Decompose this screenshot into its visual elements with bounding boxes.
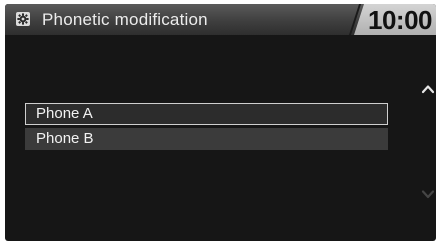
settings-icon [16, 12, 30, 26]
list-item-phone-a[interactable]: Phone A [25, 103, 388, 125]
phone-list: Phone A Phone B [25, 103, 388, 153]
list-item-label: Phone A [36, 105, 93, 122]
list-item-label: Phone B [36, 130, 94, 147]
screen: Phonetic modification 10:00 Phone A Phon… [5, 4, 436, 241]
title-bar: Phonetic modification 10:00 [5, 4, 436, 35]
list-item-phone-b[interactable]: Phone B [25, 128, 388, 150]
chevron-up-icon[interactable] [421, 84, 435, 94]
clock: 10:00 [368, 5, 433, 35]
chevron-down-icon[interactable] [421, 189, 435, 199]
page-title: Phonetic modification [42, 10, 208, 29]
